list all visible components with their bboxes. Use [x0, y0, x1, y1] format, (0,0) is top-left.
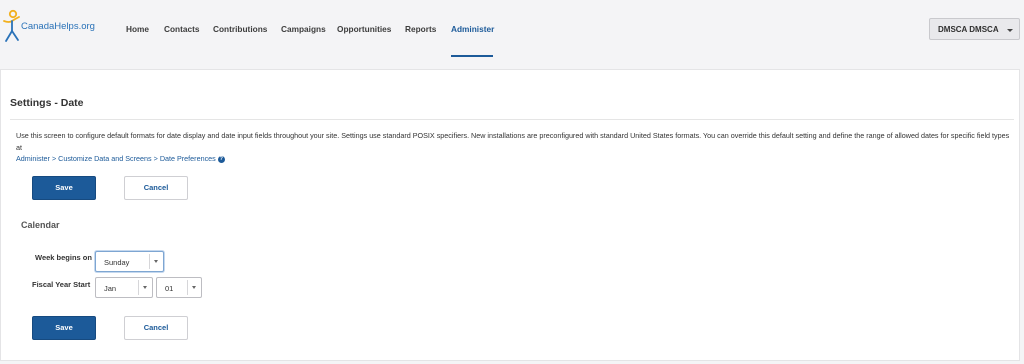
question-circle-icon[interactable]: ?: [217, 155, 225, 163]
page-title: Settings - Date: [10, 97, 84, 109]
user-menu-label: DMSCA DMSCA: [938, 25, 999, 34]
select-divider: [149, 254, 150, 269]
save-button-top[interactable]: Save: [32, 176, 96, 200]
fiscal-month-select[interactable]: Jan: [95, 277, 153, 298]
fiscal-day-select[interactable]: 01: [156, 277, 202, 298]
nav-contacts[interactable]: Contacts: [164, 24, 200, 34]
nav-campaigns[interactable]: Campaigns: [281, 24, 326, 34]
logo-text: CanadaHelps.org: [21, 21, 95, 32]
fiscal-year-label: Fiscal Year Start: [32, 280, 91, 289]
select-divider: [187, 280, 188, 295]
chevron-down-icon: [192, 286, 196, 289]
active-tab-indicator: [451, 55, 493, 57]
chevron-down-icon: [143, 286, 147, 289]
settings-panel: Settings - Date Use this screen to confi…: [0, 69, 1020, 361]
user-menu-button[interactable]: DMSCA DMSCA: [929, 18, 1020, 40]
week-begins-select[interactable]: Sunday: [95, 251, 164, 272]
nav-administer[interactable]: Administer: [451, 24, 494, 34]
canadahelps-logo[interactable]: CanadaHelps.org: [3, 9, 98, 49]
top-navigation-bar: CanadaHelps.org Home Contacts Contributi…: [0, 0, 1024, 58]
select-divider: [138, 280, 139, 295]
calendar-section-title: Calendar: [21, 220, 60, 230]
title-divider: [10, 119, 1014, 120]
description-text: Use this screen to configure default for…: [16, 131, 1010, 152]
nav-home[interactable]: Home: [126, 24, 149, 34]
date-preferences-link[interactable]: Administer > Customize Data and Screens …: [16, 154, 216, 163]
fiscal-day-value: 01: [165, 284, 174, 293]
cancel-button-top[interactable]: Cancel: [124, 176, 188, 200]
chevron-down-icon: [1007, 29, 1013, 32]
canadahelps-figure-icon: [3, 9, 20, 42]
nav-reports[interactable]: Reports: [405, 24, 436, 34]
chevron-down-icon: [154, 260, 158, 263]
nav-contributions[interactable]: Contributions: [213, 24, 267, 34]
fiscal-month-value: Jan: [104, 284, 117, 293]
nav-opportunities[interactable]: Opportunities: [337, 24, 391, 34]
cancel-button-bottom[interactable]: Cancel: [124, 316, 188, 340]
page-description: Use this screen to configure default for…: [16, 130, 1016, 165]
week-begins-label: Week begins on: [35, 253, 92, 262]
week-begins-value: Sunday: [104, 258, 130, 267]
save-button-bottom[interactable]: Save: [32, 316, 96, 340]
